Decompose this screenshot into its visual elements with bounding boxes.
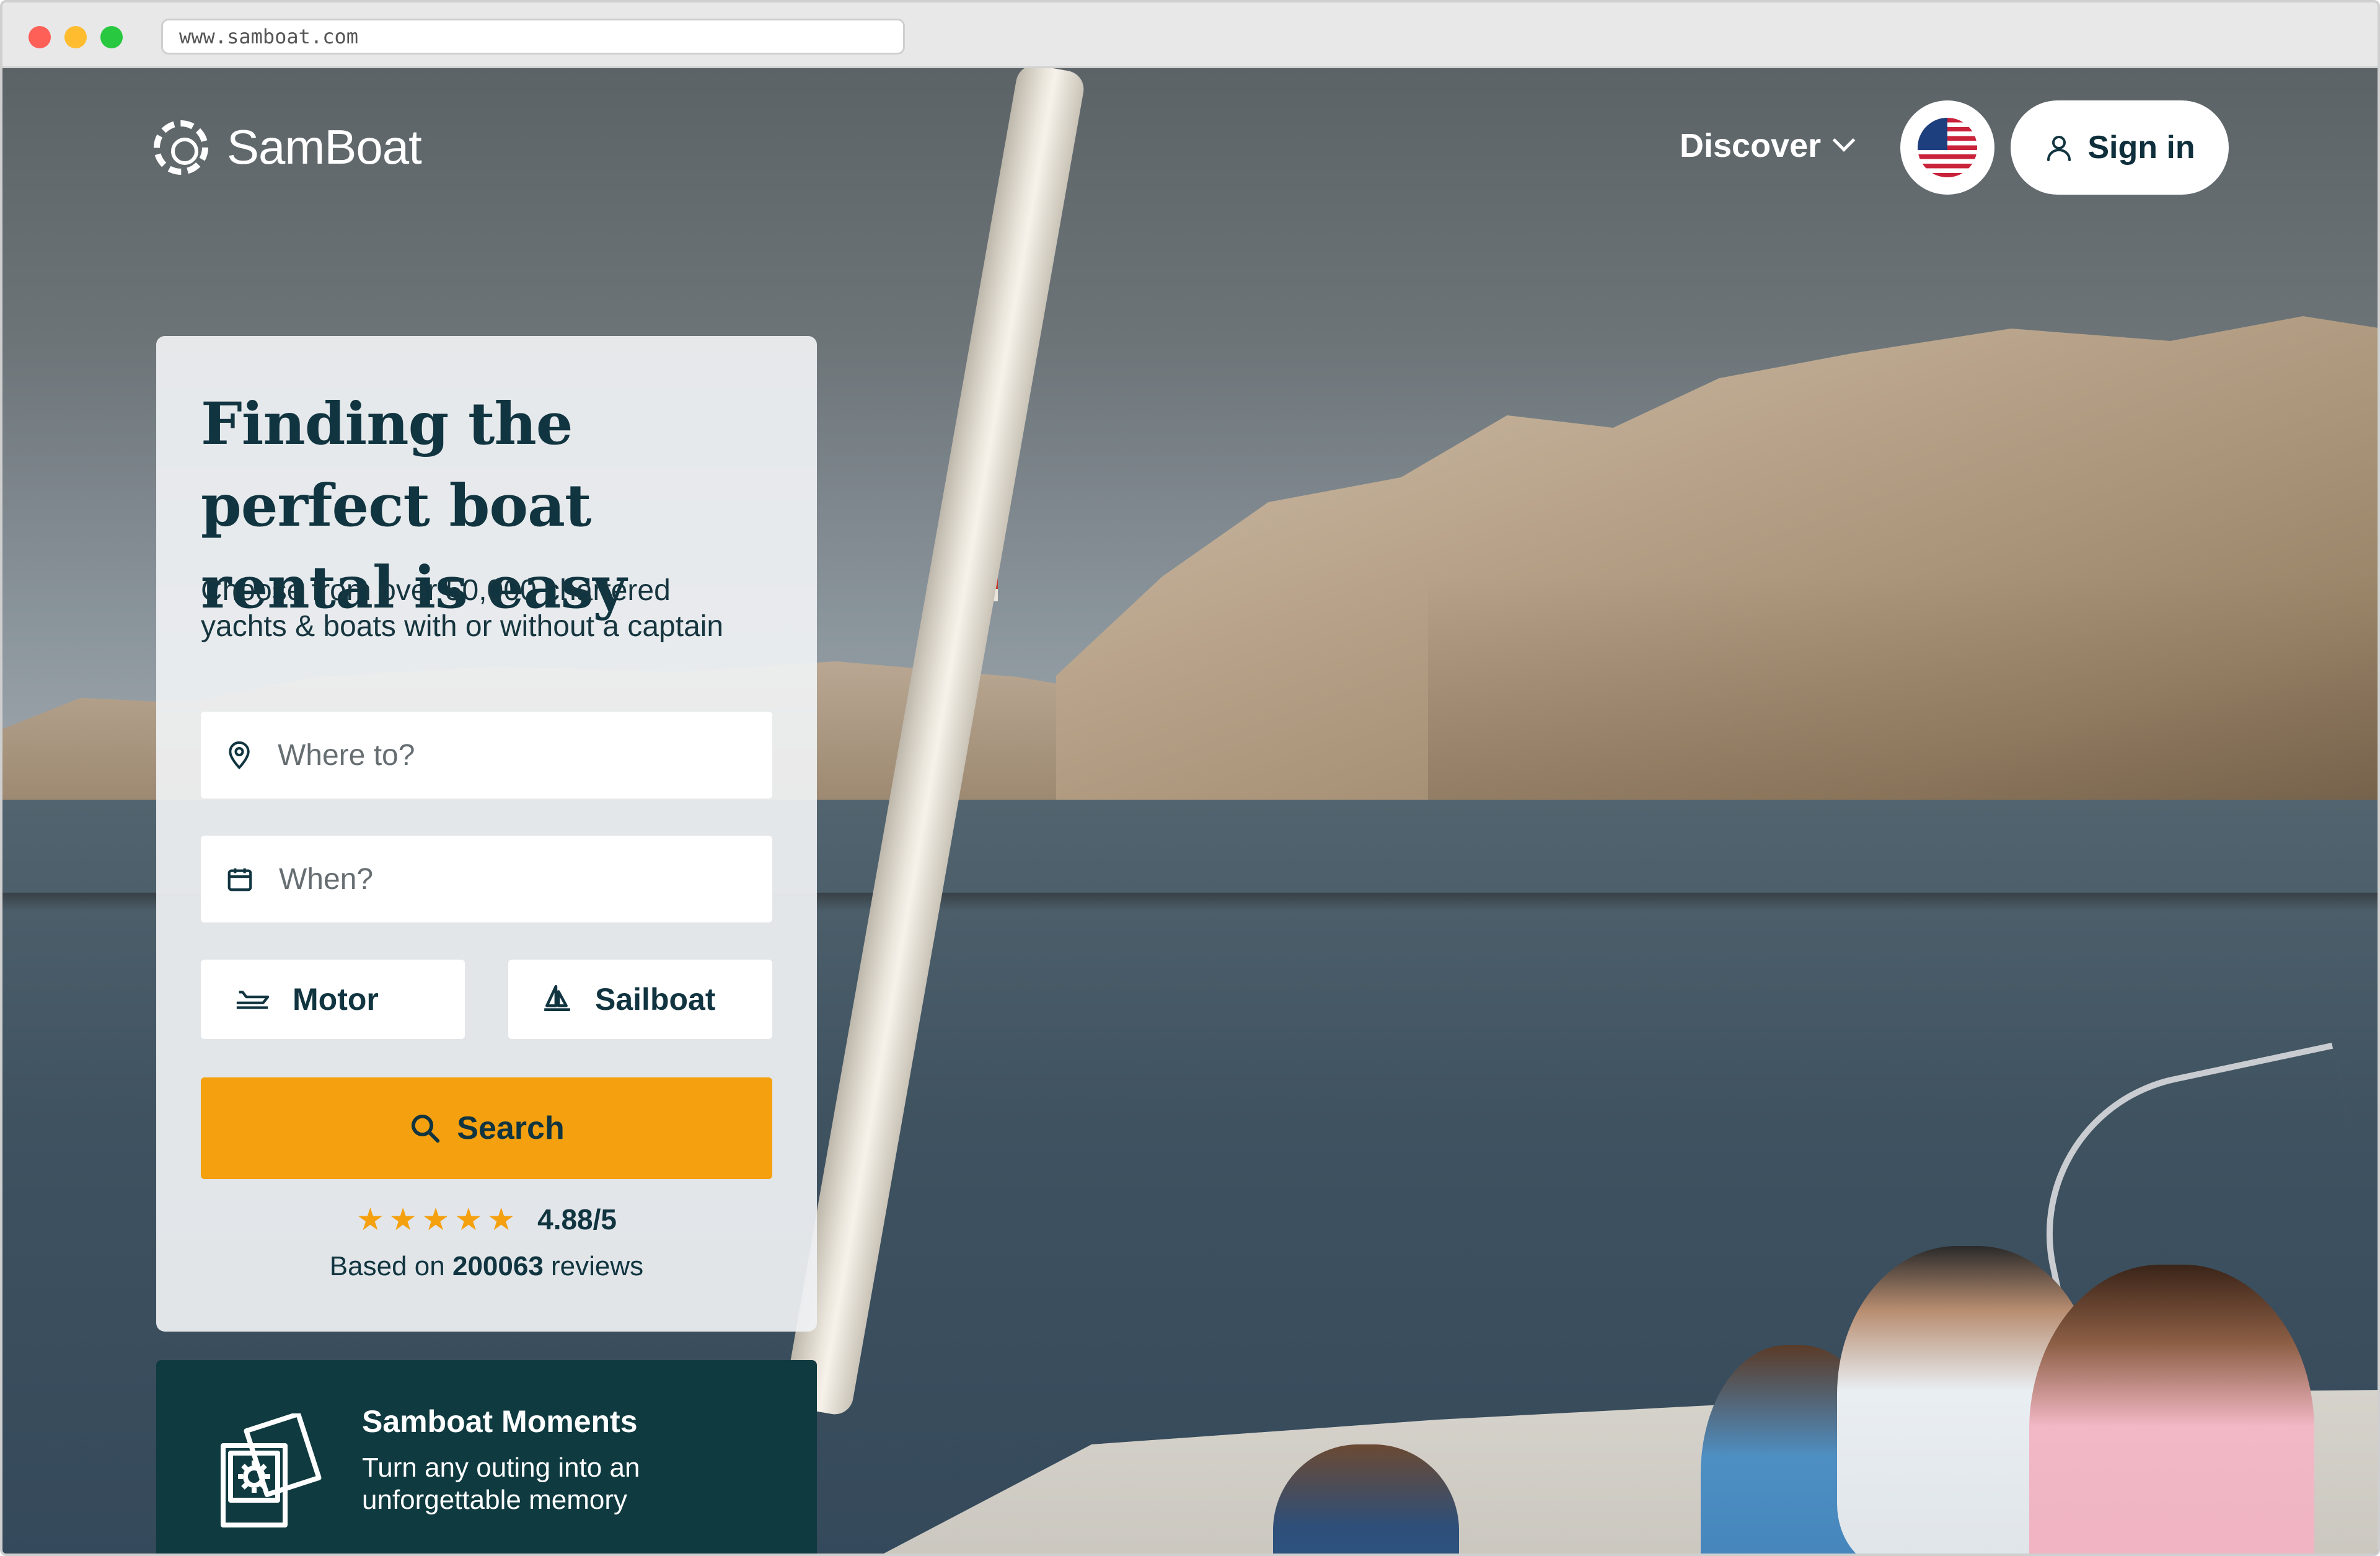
moments-title: Samboat Moments <box>362 1404 638 1439</box>
maximize-window-button[interactable] <box>100 26 123 48</box>
sign-in-button[interactable]: Sign in <box>2011 100 2229 195</box>
language-selector[interactable] <box>1900 100 1994 195</box>
search-label: Search <box>457 1110 565 1146</box>
destination-input[interactable]: Where to? <box>201 712 772 798</box>
calendar-icon <box>227 868 252 891</box>
reviews-suffix: reviews <box>551 1251 644 1281</box>
destination-placeholder: Where to? <box>278 738 415 772</box>
star-icon: ★ <box>356 1202 384 1237</box>
rating-summary: ★ ★ ★ ★ ★ 4.88/5 <box>156 1203 817 1236</box>
motorboat-icon <box>236 991 270 1009</box>
discover-menu[interactable]: Discover <box>1680 124 1856 167</box>
close-window-button[interactable] <box>29 26 51 48</box>
photo-person <box>2029 1265 2314 1554</box>
search-icon <box>412 1114 440 1143</box>
chevron-down-icon <box>1832 129 1856 152</box>
search-card: Finding the perfect boat rental is easy … <box>156 336 817 1332</box>
sailboat-icon <box>544 984 570 1011</box>
star-icon: ★ <box>421 1202 450 1237</box>
reviews-prefix: Based on <box>329 1251 445 1281</box>
browser-window: www.samboat.com SamBoat Discover Sign in… <box>0 0 2380 1556</box>
search-button[interactable]: Search <box>201 1077 772 1179</box>
address-bar[interactable]: www.samboat.com <box>161 19 905 55</box>
rating-stars: ★ ★ ★ ★ ★ <box>356 1204 520 1235</box>
star-icon: ★ <box>487 1202 516 1237</box>
logo-text: SamBoat <box>227 120 422 174</box>
photo-frames-icon <box>221 1413 322 1527</box>
browser-chrome: www.samboat.com <box>2 2 2378 68</box>
rating-value: 4.88/5 <box>537 1203 617 1236</box>
date-input[interactable]: When? <box>201 836 772 922</box>
samboat-moments-banner[interactable]: Samboat Moments Turn any outing into an … <box>156 1360 817 1554</box>
discover-label: Discover <box>1680 127 1822 164</box>
lifebuoy-logo-icon <box>154 120 208 175</box>
reviews-count: 200063 <box>452 1251 544 1281</box>
sign-in-label: Sign in <box>2087 130 2195 166</box>
motor-boat-toggle[interactable]: Motor <box>201 960 465 1039</box>
hero-subtitle: Choose from over 50,000 chartered yachts… <box>201 574 724 643</box>
motor-label: Motor <box>293 982 379 1017</box>
samboat-logo[interactable]: SamBoat <box>154 119 422 175</box>
user-icon <box>2047 136 2071 161</box>
date-placeholder: When? <box>279 862 374 896</box>
sailboat-label: Sailboat <box>595 982 716 1017</box>
reviews-count-text: Based on 200063 reviews <box>156 1251 817 1282</box>
moments-description: Turn any outing into an unforgettable me… <box>362 1452 640 1515</box>
location-pin-icon <box>229 741 250 770</box>
sailboat-toggle[interactable]: Sailboat <box>508 960 772 1039</box>
minimize-window-button[interactable] <box>64 26 87 48</box>
us-flag-icon <box>1918 118 1977 177</box>
star-icon: ★ <box>454 1202 483 1237</box>
star-icon: ★ <box>389 1202 417 1237</box>
